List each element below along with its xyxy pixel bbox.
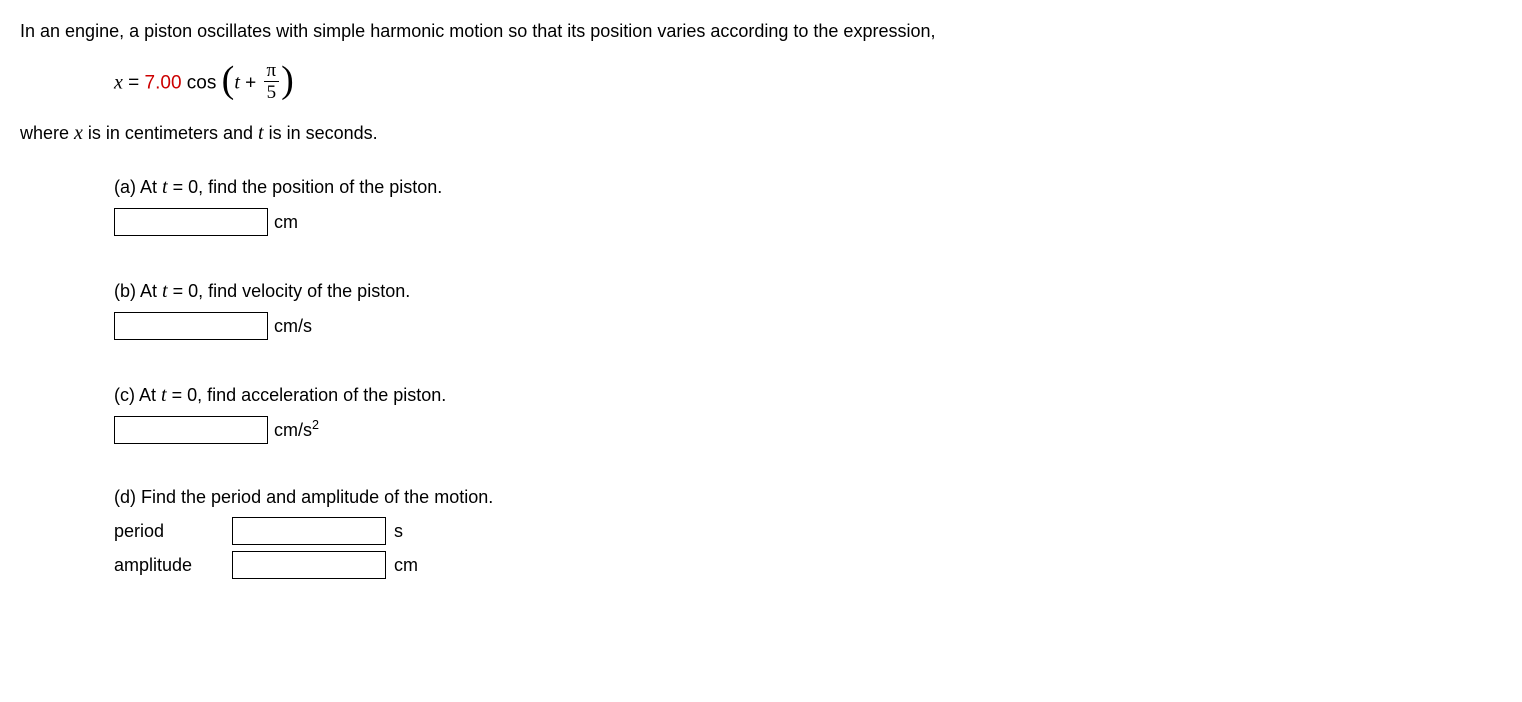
equation-left-paren: ( <box>222 59 235 101</box>
equation-coefficient: 7.00 <box>145 73 182 94</box>
equation-lhs-var: x <box>114 72 123 94</box>
part-c-eq: = 0, find acceleration of the piston. <box>167 385 447 405</box>
part-b-answer-row: cm/s <box>114 312 1502 340</box>
part-a-eq: = 0, find the position of the piston. <box>168 177 443 197</box>
where-x: x <box>74 122 83 144</box>
equation-func: cos <box>182 73 217 94</box>
part-d-period-input[interactable] <box>232 517 386 545</box>
part-d-amplitude-row: amplitude cm <box>114 551 1502 579</box>
equation-plus: + <box>240 73 262 94</box>
equation-frac-num: π <box>264 61 280 81</box>
part-d-amplitude-label: amplitude <box>114 552 224 579</box>
parts-container: (a) At t = 0, find the position of the p… <box>20 172 1502 579</box>
part-b-label: (b) At <box>114 281 162 301</box>
part-c: (c) At t = 0, find acceleration of the p… <box>114 380 1502 444</box>
part-a-unit: cm <box>274 209 298 236</box>
part-b-prompt: (b) At t = 0, find velocity of the pisto… <box>114 276 1502 306</box>
part-a-answer-row: cm <box>114 208 1502 236</box>
part-a-prompt: (a) At t = 0, find the position of the p… <box>114 172 1502 202</box>
equation-frac-den: 5 <box>264 81 280 102</box>
part-c-prompt: (c) At t = 0, find acceleration of the p… <box>114 380 1502 410</box>
equation: x = 7.00 cos (t + π5) <box>20 55 1502 112</box>
part-a-input[interactable] <box>114 208 268 236</box>
where-mid: is in centimeters and <box>83 123 258 143</box>
part-d-period-unit: s <box>394 518 403 545</box>
part-a-label: (a) At <box>114 177 162 197</box>
where-line: where x is in centimeters and t is in se… <box>20 118 1502 148</box>
part-c-unit: cm/s2 <box>274 416 319 444</box>
part-c-unit-pre: cm/s <box>274 420 312 440</box>
part-a: (a) At t = 0, find the position of the p… <box>114 172 1502 236</box>
part-c-unit-sup: 2 <box>312 418 319 432</box>
part-d: (d) Find the period and amplitude of the… <box>114 484 1502 579</box>
problem-intro: In an engine, a piston oscillates with s… <box>20 18 1502 45</box>
part-b-input[interactable] <box>114 312 268 340</box>
part-b-eq: = 0, find velocity of the piston. <box>168 281 411 301</box>
equation-fraction: π5 <box>264 61 280 102</box>
part-c-label: (c) At <box>114 385 161 405</box>
where-prefix: where <box>20 123 74 143</box>
part-d-period-label: period <box>114 518 224 545</box>
part-d-amplitude-input[interactable] <box>232 551 386 579</box>
part-b-unit: cm/s <box>274 313 312 340</box>
where-suffix: is in seconds. <box>264 123 378 143</box>
part-b: (b) At t = 0, find velocity of the pisto… <box>114 276 1502 340</box>
equation-right-paren: ) <box>281 59 294 101</box>
equation-equals: = <box>123 73 145 94</box>
part-d-amplitude-unit: cm <box>394 552 418 579</box>
part-c-input[interactable] <box>114 416 268 444</box>
part-d-period-row: period s <box>114 517 1502 545</box>
part-c-answer-row: cm/s2 <box>114 416 1502 444</box>
part-d-prompt: (d) Find the period and amplitude of the… <box>114 484 1502 511</box>
